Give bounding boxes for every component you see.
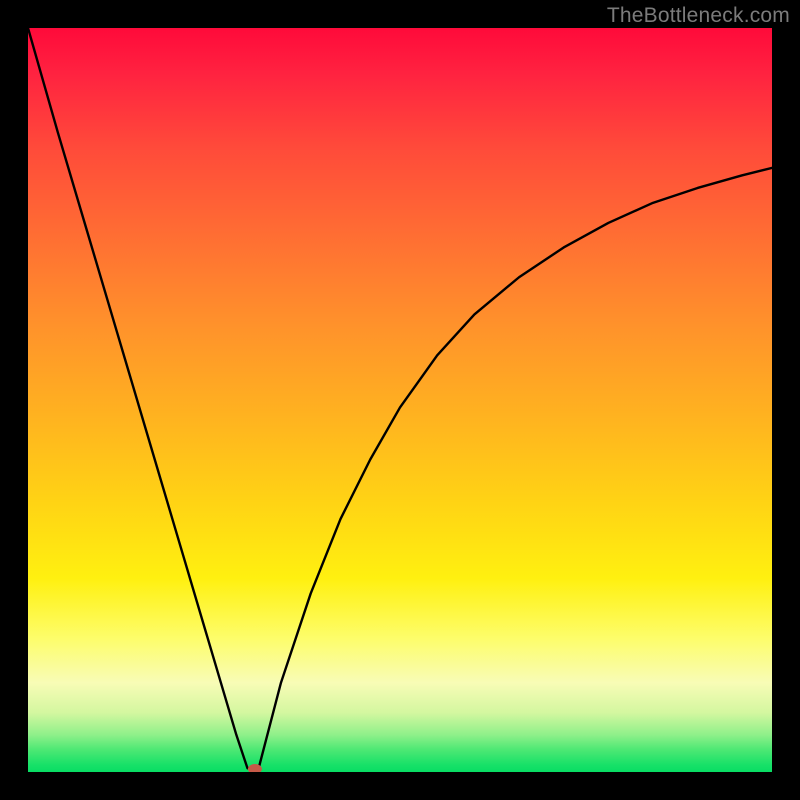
plot-area <box>28 28 772 772</box>
bottleneck-curve <box>28 28 772 768</box>
curve-svg <box>28 28 772 772</box>
watermark-text: TheBottleneck.com <box>607 4 790 28</box>
chart-frame: TheBottleneck.com <box>0 0 800 800</box>
